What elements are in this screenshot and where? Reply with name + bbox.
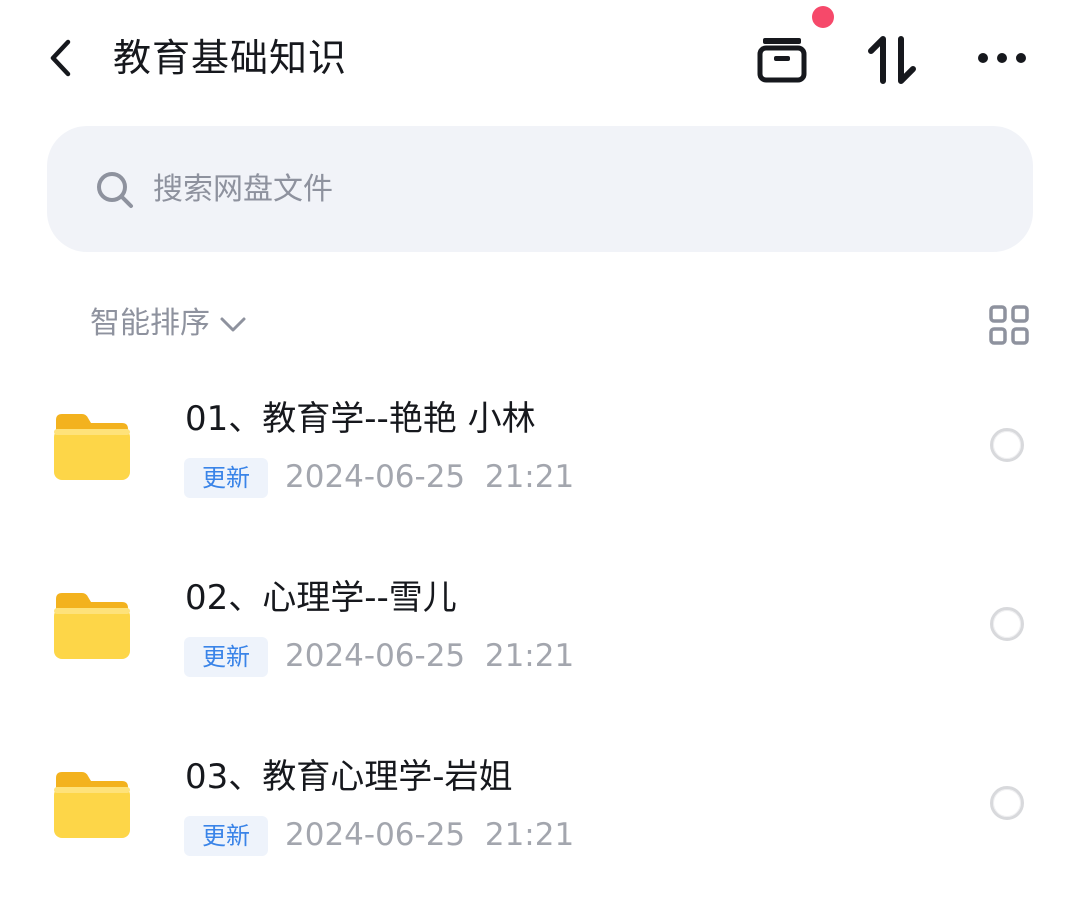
file-name: 02、心理学--雪儿 (185, 578, 457, 618)
update-badge: 更新 (184, 637, 268, 677)
back-button[interactable] (40, 36, 84, 80)
sort-button[interactable] (862, 30, 922, 90)
folder-icon (54, 772, 130, 838)
search-bar[interactable] (47, 126, 1033, 252)
sort-label: 智能排序 (90, 306, 210, 341)
notification-dot (812, 6, 834, 28)
search-icon (97, 172, 133, 208)
folder-icon (54, 414, 130, 480)
grid-view-icon (989, 305, 1029, 345)
file-date: 2024-06-25 21:21 (285, 817, 575, 853)
select-checkbox[interactable] (990, 786, 1024, 820)
update-badge: 更新 (184, 458, 268, 498)
more-button[interactable] (972, 30, 1032, 90)
update-badge: 更新 (184, 816, 268, 856)
file-row[interactable]: 03、教育心理学-岩姐 更新 2024-06-25 21:21 (0, 728, 1080, 898)
file-row[interactable]: 01、教育学--艳艳 小林 更新 2024-06-25 21:21 (0, 370, 1080, 540)
smart-sort-dropdown[interactable]: 智能排序 (90, 302, 248, 346)
more-dots-icon (978, 53, 1026, 63)
chevron-down-icon (220, 317, 246, 332)
transfer-button[interactable] (752, 30, 812, 90)
view-toggle-button[interactable] (986, 302, 1032, 348)
page-title: 教育基础知识 (113, 36, 348, 80)
chevron-left-icon (50, 39, 71, 77)
transfer-box-icon (757, 38, 807, 83)
select-checkbox[interactable] (990, 428, 1024, 462)
folder-icon (54, 593, 130, 659)
file-name: 01、教育学--艳艳 小林 (185, 399, 536, 439)
select-checkbox[interactable] (990, 607, 1024, 641)
file-row[interactable]: 02、心理学--雪儿 更新 2024-06-25 21:21 (0, 549, 1080, 719)
top-bar: 教育基础知识 (0, 0, 1080, 118)
sort-arrows-icon (868, 36, 916, 84)
search-input[interactable] (153, 164, 973, 214)
file-name: 03、教育心理学-岩姐 (185, 757, 513, 797)
file-date: 2024-06-25 21:21 (285, 459, 575, 495)
file-date: 2024-06-25 21:21 (285, 638, 575, 674)
